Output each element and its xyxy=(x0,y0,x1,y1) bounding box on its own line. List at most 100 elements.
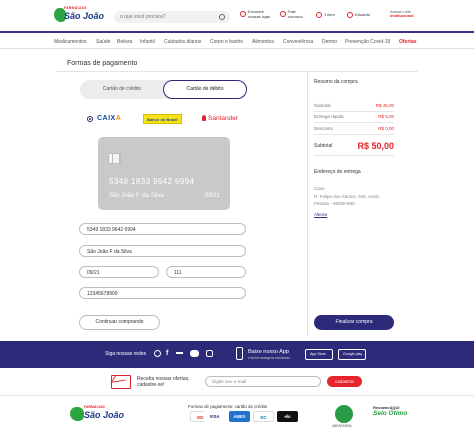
summary-label: Entrega rápida xyxy=(314,114,344,119)
summary-value: R$ 45,00 xyxy=(375,103,394,108)
nav-item-cuidados[interactable]: Cuidados diários xyxy=(164,39,201,45)
leaf-icon xyxy=(70,407,84,421)
social-band: Siga nossas redes f Baixe nosso App e te… xyxy=(0,341,474,368)
summary-row: Desconto R$ 0,00 xyxy=(314,126,394,131)
card-preview: 5349 1833 9642 6994 São João F. da Silva… xyxy=(98,137,230,210)
divider xyxy=(314,155,394,156)
google-play-button[interactable]: Google play xyxy=(338,349,366,360)
nav-item-infantil[interactable]: Infantil xyxy=(140,39,155,45)
stores-link[interactable]: Encontre nossas lojas xyxy=(240,9,271,19)
card-number-field[interactable]: 5349 1833 9642 6994 xyxy=(79,223,246,235)
logo[interactable]: FARMÁCIAS São João xyxy=(54,6,110,26)
continue-shopping-button[interactable]: Continuar comprando xyxy=(79,315,160,330)
cart-link[interactable]: 1 item xyxy=(316,12,335,18)
nav-item-ofertas[interactable]: Ofertas xyxy=(399,39,417,45)
cpf-field[interactable]: 12345678900 xyxy=(79,287,246,299)
newsletter: Receba nossas ofertas, cadastre-se! Digi… xyxy=(0,368,474,396)
reclameaqui-seal: ReclameAQUI Selo Ótimo xyxy=(373,405,407,417)
amex-icon: AMEX xyxy=(229,411,250,422)
nav-item-medicamentos[interactable]: Medicamentos xyxy=(54,39,87,45)
summary-row: Entrega rápida R$ 5,00 xyxy=(314,114,394,119)
chip-icon xyxy=(108,153,121,164)
nav-item-covid[interactable]: Prevenção Covid-19 xyxy=(345,39,390,45)
payment-methods-title: Formas de pagamento: cartão de crédito xyxy=(188,404,268,409)
expiry-field[interactable]: 09/21 xyxy=(79,266,159,278)
badge-bottom: institucional xyxy=(390,13,414,18)
logo-name: São João xyxy=(64,11,105,21)
user-label: Eduardo xyxy=(355,12,371,17)
facebook-icon[interactable]: f xyxy=(166,350,173,357)
category-nav: Medicamentos Saúde Beleza Infantil Cuida… xyxy=(0,35,474,49)
nav-item-beleza[interactable]: Beleza xyxy=(117,39,132,45)
app-store-button[interactable]: App Store xyxy=(305,349,333,360)
cvv-value: 111 xyxy=(174,269,182,276)
phone-app-icon xyxy=(236,347,243,360)
linkedin-icon[interactable] xyxy=(206,350,213,357)
stores-label: Encontre nossas lojas xyxy=(248,9,271,19)
nav-item-alimentos[interactable]: Alimentos xyxy=(252,39,274,45)
phone-icon xyxy=(280,11,286,17)
divider xyxy=(307,71,308,336)
change-address-link[interactable]: Alterar xyxy=(314,212,327,217)
subscribe-button[interactable]: cadastrar xyxy=(327,376,362,387)
payment-type-toggle: Cartão de crédito Cartão de débito xyxy=(80,80,247,99)
newsletter-line2: cadastre-se! xyxy=(137,382,165,388)
visa-icon: VISA xyxy=(204,411,225,422)
footer: FARMÁCIAS São João Formas de pagamento: … xyxy=(0,397,474,431)
divider xyxy=(314,122,394,123)
divider xyxy=(56,71,418,72)
summary-title: Resumo da compra xyxy=(314,79,358,85)
nav-item-saude[interactable]: Saúde xyxy=(96,39,110,45)
card-number-display: 5349 1833 9642 6994 xyxy=(109,177,195,186)
address-title: Endereço de entrega xyxy=(314,169,361,175)
user-link[interactable]: Eduardo xyxy=(347,12,371,18)
email-field[interactable]: Digite seu e-mail xyxy=(205,376,321,387)
summary-row: Subtotal R$ 45,00 xyxy=(314,103,394,108)
flame-icon xyxy=(202,115,206,121)
bank-caixa[interactable]: CAIXA xyxy=(97,115,121,122)
search-input[interactable]: o que você procura? xyxy=(114,11,230,23)
summary-label: Subtotal xyxy=(314,103,331,108)
card-holder-display: São João F. da Silva xyxy=(109,193,164,199)
institutional-link[interactable]: Acesse o site institucional xyxy=(390,10,414,18)
caixa-label-b: A xyxy=(115,115,122,122)
diners-icon: DC xyxy=(253,411,274,422)
cart-icon xyxy=(316,12,322,18)
tab-credit[interactable]: Cartão de crédito xyxy=(80,80,164,99)
instagram-icon[interactable] xyxy=(154,350,161,357)
page-title: Formas de pagamento xyxy=(67,60,138,67)
bank-radio-caixa[interactable] xyxy=(87,116,93,122)
youtube-icon[interactable] xyxy=(190,350,199,357)
abrafarma-label: ABRAFARMA xyxy=(332,424,352,428)
search-icon[interactable] xyxy=(219,14,225,20)
app-subtitle: e tenha vantagens exclusivas xyxy=(248,356,290,360)
social-label: Siga nossas redes xyxy=(105,351,147,357)
expiry-value: 09/21 xyxy=(87,269,100,276)
address-line1: R. Felipe dos Santos, 546, Areal, xyxy=(314,194,380,199)
cart-label: 1 item xyxy=(324,12,335,17)
footer-logo-top: FARMÁCIAS xyxy=(84,405,105,409)
logo-top: FARMÁCIAS xyxy=(64,6,87,10)
elo-icon: elo xyxy=(277,411,298,422)
cvv-field[interactable]: 111 xyxy=(166,266,246,278)
nav-item-corpo[interactable]: Corpo e banho xyxy=(210,39,243,45)
twitter-icon[interactable] xyxy=(176,352,183,356)
card-number-value: 5349 1833 9642 6994 xyxy=(87,226,136,233)
nav-item-conveniencia[interactable]: Conveniência xyxy=(283,39,313,45)
divider xyxy=(314,111,394,112)
bank-bb[interactable]: Banco do Brasil xyxy=(143,114,182,124)
caixa-label-a: CAIX xyxy=(97,115,116,122)
footer-logo[interactable]: FARMÁCIAS São João xyxy=(70,405,126,423)
tab-debit[interactable]: Cartão de débito xyxy=(163,80,247,99)
card-expiry-display: 09/21 xyxy=(204,193,220,199)
contact-link[interactable]: Fale conosco xyxy=(280,9,306,19)
nav-item-dermo[interactable]: Dermo xyxy=(322,39,337,45)
summary-total: Subtotal R$ 50,00 xyxy=(314,141,394,151)
finish-purchase-button[interactable]: Finalizar compra xyxy=(314,315,394,330)
card-name-value: São João F da Silva xyxy=(87,248,132,255)
bank-santander[interactable]: Santander xyxy=(202,115,238,122)
total-label: Subtotal xyxy=(314,143,333,149)
app-title: Baixe nosso App xyxy=(248,349,289,355)
card-name-field[interactable]: São João F da Silva xyxy=(79,245,246,257)
reclameaqui-bottom: Selo Ótimo xyxy=(373,410,408,417)
